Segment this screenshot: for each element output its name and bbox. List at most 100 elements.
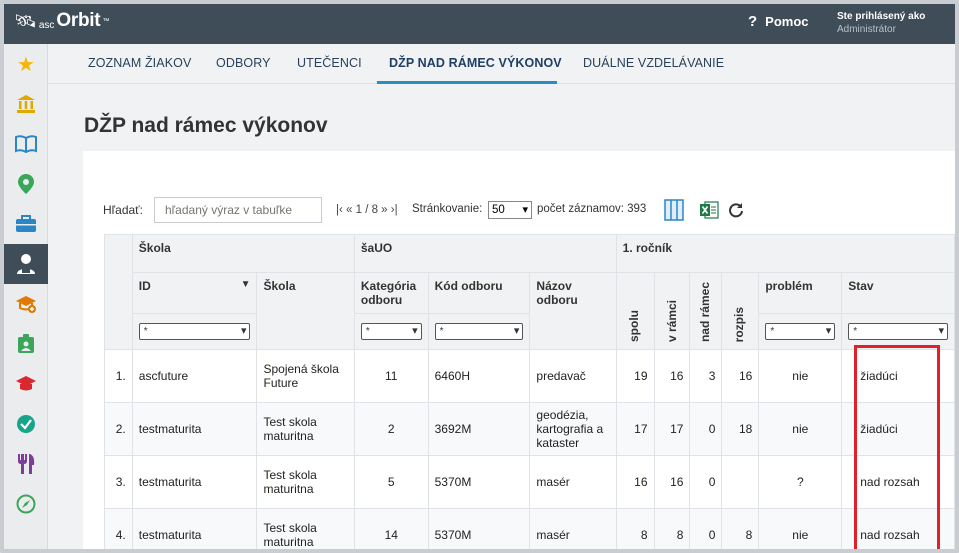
table-row[interactable]: 4. testmaturita Test skola maturitna 14 …	[104, 508, 955, 549]
column-id-label: ID	[138, 279, 151, 293]
help-label: Pomoc	[765, 14, 809, 29]
filter-status-select[interactable]: *	[848, 323, 948, 340]
page-title: DŽP nad rámec výkonov	[84, 114, 328, 137]
cell-category: 11	[353, 349, 429, 403]
excel-icon	[700, 201, 719, 219]
sidebar-item-location[interactable]	[4, 164, 48, 204]
active-tab-indicator	[377, 81, 557, 84]
sidebar: ★	[4, 44, 48, 549]
record-count: počet záznamov: 393	[537, 203, 647, 215]
columns-button[interactable]	[663, 199, 685, 221]
filter-code-cell: *	[427, 313, 531, 350]
column-header-status[interactable]: Stav	[841, 272, 955, 314]
cell-beyond: 0	[689, 508, 723, 549]
sidebar-item-approval[interactable]	[4, 404, 48, 444]
tab-dual-education[interactable]: DUÁLNE VZDELÁVANIE	[583, 56, 724, 70]
data-table: Škola šaUO 1. ročník ID ▼ Škola Kategória…	[104, 234, 955, 549]
column-header-total[interactable]: spolu	[615, 272, 655, 350]
column-header-within[interactable]: v rámci	[653, 272, 691, 350]
paging-select[interactable]: 50 ▾	[488, 201, 532, 219]
cell-beyond: 0	[689, 455, 723, 509]
cell-beyond: 3	[689, 349, 723, 403]
user-logged-as: Ste prihlásený ako	[837, 11, 926, 22]
status-highlight-box	[854, 345, 940, 549]
column-header-category[interactable]: Kategória odboru	[353, 272, 429, 314]
filter-category-cell: *	[353, 313, 429, 350]
cell-within: 17	[653, 402, 691, 456]
filter-category-select[interactable]: *	[360, 323, 422, 340]
cell-within: 8	[653, 508, 691, 549]
sidebar-item-favorites[interactable]: ★	[4, 44, 48, 84]
excel-export-button[interactable]	[698, 199, 720, 221]
student-icon	[17, 254, 35, 274]
tab-student-list[interactable]: ZOZNAM ŽIAKOV	[88, 56, 191, 70]
cell-id: testmaturita	[131, 402, 258, 456]
sidebar-item-education[interactable]	[4, 124, 48, 164]
cell-name: geodézia, kartografia a kataster	[529, 402, 617, 456]
cell-breakdown: 18	[721, 402, 760, 456]
cell-problem: nie	[758, 508, 843, 549]
search-input[interactable]	[154, 197, 322, 223]
logo-orbit: Orbit	[56, 10, 101, 31]
graduation-cap-icon	[16, 376, 36, 391]
filter-id-select[interactable]: *	[138, 323, 251, 340]
logo-asc: asc	[38, 19, 55, 31]
column-header-problem[interactable]: problém	[758, 272, 843, 314]
sidebar-item-work[interactable]	[4, 204, 48, 244]
sidebar-item-students[interactable]	[4, 244, 48, 284]
tab-fields[interactable]: ODBORY	[216, 56, 271, 70]
cell-breakdown: 16	[721, 349, 760, 403]
cell-category: 14	[353, 508, 429, 549]
question-icon: ?	[748, 13, 758, 30]
column-header-school[interactable]: Škola	[256, 272, 355, 350]
cell-code: 5370M	[427, 508, 531, 549]
filter-code-select[interactable]: *	[434, 323, 524, 340]
sidebar-item-canteen[interactable]	[4, 444, 48, 484]
cell-id: testmaturita	[131, 455, 258, 509]
pager[interactable]: |‹ « 1 / 8 » ›|	[336, 204, 398, 216]
sidebar-item-badge[interactable]	[4, 324, 48, 364]
briefcase-icon	[16, 215, 36, 232]
row-number-header	[104, 234, 133, 350]
sidebar-item-explore[interactable]	[4, 484, 48, 524]
column-header-beyond[interactable]: nad rámec	[689, 272, 723, 350]
column-header-name[interactable]: Názov odboru	[529, 272, 617, 350]
sidebar-item-graduation[interactable]	[4, 364, 48, 404]
cell-within: 16	[653, 349, 691, 403]
table-row[interactable]: 1. ascfuture Spojená škola Future 11 646…	[104, 349, 955, 403]
row-number: 1.	[104, 349, 133, 403]
filter-problem-cell: *	[758, 313, 843, 350]
search-label-text: Hľadať:	[103, 203, 144, 217]
column-within-label: v rámci	[664, 299, 679, 342]
cell-breakdown	[721, 455, 760, 509]
table-row[interactable]: 3. testmaturita Test skola maturitna 5 5…	[104, 455, 955, 509]
sort-desc-icon: ▼	[240, 279, 251, 290]
id-badge-icon	[18, 334, 34, 353]
book-icon	[15, 135, 37, 153]
row-number: 4.	[104, 508, 133, 549]
app-logo[interactable]: 🛰 asc Orbit ™	[14, 10, 109, 32]
filter-problem-select[interactable]: *	[765, 323, 836, 340]
table-row[interactable]: 2. testmaturita Test skola maturitna 2 3…	[104, 402, 955, 456]
help-button[interactable]: ? Pomoc	[748, 13, 809, 30]
cell-total: 8	[615, 508, 655, 549]
sidebar-item-admission[interactable]	[4, 284, 48, 324]
tab-dzp-beyond-performance[interactable]: DŽP NAD RÁMEC VÝKONOV	[389, 56, 562, 70]
paging-label: Stránkovanie:	[412, 203, 483, 215]
cell-breakdown: 8	[721, 508, 760, 549]
refresh-button[interactable]	[725, 199, 747, 221]
tab-refugees[interactable]: UTEČENCI	[297, 56, 362, 70]
column-header-breakdown[interactable]: rozpis	[721, 272, 760, 350]
bank-icon	[17, 95, 35, 113]
star-icon: ★	[17, 53, 35, 76]
cell-problem: nie	[758, 349, 843, 403]
compass-icon	[16, 494, 36, 514]
group-header-sauo: šaUO	[353, 234, 617, 273]
cell-id: testmaturita	[131, 508, 258, 549]
column-header-code[interactable]: Kód odboru	[427, 272, 531, 314]
user-info[interactable]: Ste prihlásený ako Administrátor	[837, 10, 925, 36]
sidebar-item-institution[interactable]	[4, 84, 48, 124]
graduation-add-icon	[16, 296, 36, 313]
column-header-id[interactable]: ID ▼	[131, 272, 258, 314]
cell-problem: ?	[758, 455, 843, 509]
